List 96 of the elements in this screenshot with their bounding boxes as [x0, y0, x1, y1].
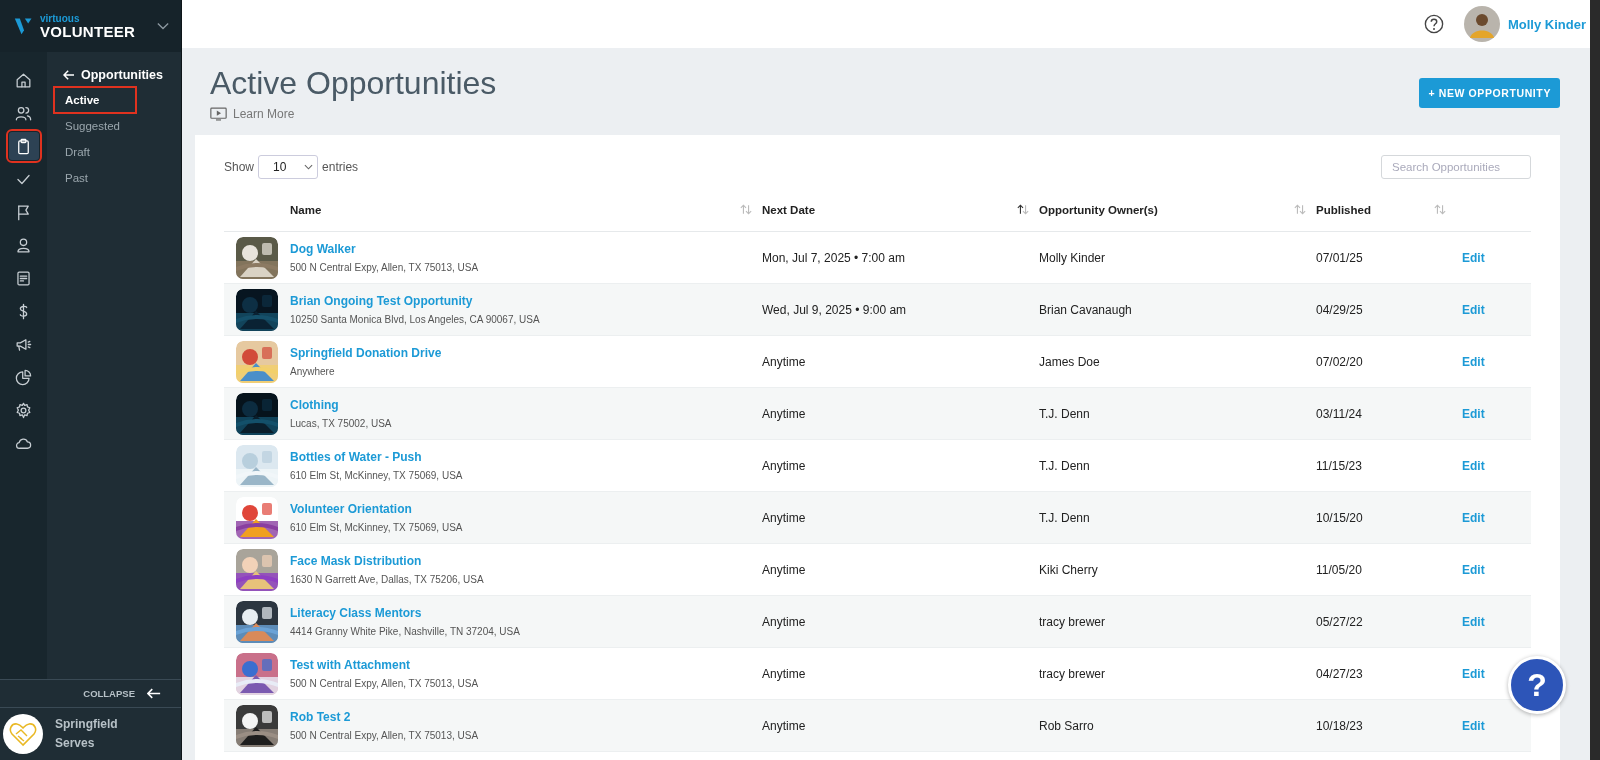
edit-link[interactable]: Edit — [1462, 406, 1485, 421]
edit-link[interactable]: Edit — [1462, 510, 1485, 525]
scrollbar[interactable] — [1590, 0, 1600, 760]
owner-cell: James Doe — [1039, 354, 1100, 369]
published-date-cell: 03/11/24 — [1316, 406, 1362, 421]
opportunity-link[interactable]: Springfield Donation Drive — [290, 346, 762, 361]
address-text: 4414 Granny White Pike, Nashville, TN 37204, USA — [290, 626, 521, 638]
user-avatar[interactable] — [1464, 6, 1500, 42]
collapse-button[interactable]: COLLAPSE — [83, 688, 161, 699]
column-header[interactable]: Opportunity Owner(s) — [1039, 203, 1158, 216]
subnav-item[interactable]: Suggested — [55, 114, 137, 138]
brand-subtitle: virtuous — [40, 13, 81, 24]
next-date-cell: Anytime — [762, 614, 806, 629]
next-date-cell: Anytime — [762, 666, 806, 681]
learn-more-link[interactable]: Learn More — [210, 107, 497, 122]
back-arrow-icon — [147, 688, 161, 699]
video-icon — [210, 107, 227, 122]
published-date-cell: 05/27/22 — [1316, 614, 1363, 629]
user-name-link[interactable]: Molly Kinder — [1508, 16, 1586, 32]
owner-cell: T.J. Denn — [1039, 406, 1090, 421]
next-date-cell: Anytime — [762, 562, 806, 577]
published-date-cell: 11/05/20 — [1316, 562, 1362, 577]
owner-cell: T.J. Denn — [1039, 458, 1090, 473]
chevron-down-icon — [304, 164, 314, 171]
brand-name: VOLUNTEER — [40, 23, 136, 39]
address-text: 500 N Central Expy, Allen, TX 75013, USA — [290, 730, 480, 742]
address-text: Lucas, TX 75002, USA — [290, 418, 393, 430]
chevron-down-icon[interactable] — [157, 22, 169, 30]
opportunity-link[interactable]: Brian Ongoing Test Opportunity — [290, 294, 762, 309]
opportunity-link[interactable]: Volunteer Orientation — [290, 502, 762, 517]
logo-icon — [14, 16, 34, 36]
owner-cell: Rob Sarro — [1039, 718, 1094, 733]
published-date-cell: 10/15/20 — [1316, 510, 1363, 525]
published-date-cell: 10/18/23 — [1316, 718, 1363, 733]
published-date-cell: 11/15/23 — [1316, 458, 1362, 473]
owner-cell: Brian Cavanaugh — [1039, 302, 1132, 317]
organization-name: Springfield Serves — [55, 716, 119, 752]
published-date-cell: 04/29/25 — [1316, 302, 1363, 317]
subnav-item[interactable]: Active — [55, 88, 135, 112]
subnav-item[interactable]: Past — [55, 166, 137, 190]
opportunity-link[interactable]: Clothing — [290, 398, 762, 413]
address-text: 500 N Central Expy, Allen, TX 75013, USA — [290, 262, 480, 274]
sort-icon[interactable] — [1017, 204, 1029, 216]
owner-cell: Molly Kinder — [1039, 250, 1106, 265]
edit-link[interactable]: Edit — [1462, 354, 1485, 369]
column-header[interactable]: Next Date — [762, 203, 816, 216]
opportunity-link[interactable]: Dog Walker — [290, 242, 762, 257]
page-title: Active Opportunities — [210, 66, 497, 102]
opportunity-link[interactable]: Literacy Class Mentors — [290, 606, 762, 621]
published-date-cell: 04/27/23 — [1316, 666, 1363, 681]
opportunity-link[interactable]: Bottles of Water - Push — [290, 450, 762, 465]
address-text: 500 N Central Expy, Allen, TX 75013, USA — [290, 678, 480, 690]
pie-icon — [14, 367, 33, 387]
nav-button[interactable] — [8, 132, 39, 160]
owner-cell: tracy brewer — [1039, 614, 1106, 629]
edit-link[interactable]: Edit — [1462, 718, 1485, 733]
next-date-cell: Anytime — [762, 458, 806, 473]
edit-link[interactable]: Edit — [1462, 562, 1485, 577]
owner-cell: Kiki Cherry — [1039, 562, 1098, 577]
owner-cell: tracy brewer — [1039, 666, 1106, 681]
org-logo-icon — [3, 714, 43, 754]
search-field[interactable]: Search Opportunities — [1381, 155, 1531, 180]
next-date-cell: Anytime — [762, 718, 806, 733]
opportunity-link[interactable]: Rob Test 2 — [290, 710, 762, 725]
published-date-cell: 07/01/25 — [1316, 250, 1363, 265]
opportunity-link[interactable]: Face Mask Distribution — [290, 554, 762, 569]
published-date-cell: 07/02/20 — [1316, 354, 1363, 369]
edit-link[interactable]: Edit — [1462, 250, 1485, 265]
edit-link[interactable]: Edit — [1462, 666, 1485, 681]
next-date-cell: Wed, Jul 9, 2025 • 9:00 am — [762, 302, 907, 317]
column-header[interactable]: Published — [1316, 203, 1371, 216]
next-date-cell: Mon, Jul 7, 2025 • 7:00 am — [762, 250, 905, 265]
next-date-cell: Anytime — [762, 354, 806, 369]
show-label: Show — [224, 160, 255, 175]
help-icon[interactable] — [1424, 14, 1444, 34]
page-size-select[interactable]: 10 — [258, 155, 319, 180]
subnav-item[interactable]: Draft — [55, 140, 137, 164]
next-date-cell: Anytime — [762, 406, 806, 421]
next-date-cell: Anytime — [762, 510, 806, 525]
home-icon — [14, 70, 33, 90]
column-header[interactable]: Name — [290, 203, 322, 216]
entries-label: entries — [322, 160, 359, 175]
opportunity-link[interactable]: Test with Attachment — [290, 658, 762, 673]
edit-link[interactable]: Edit — [1462, 458, 1485, 473]
gear-icon — [14, 400, 33, 420]
address-text: Anywhere — [290, 366, 336, 378]
address-text: 1630 N Garrett Ave, Dallas, TX 75206, USA — [290, 574, 485, 586]
address-text: 610 Elm St, McKinney, TX 75069, USA — [290, 522, 464, 534]
address-text: 10250 Santa Monica Blvd, Los Angeles, CA 90067, USA — [290, 314, 541, 326]
edit-link[interactable]: Edit — [1462, 302, 1485, 317]
edit-link[interactable]: Edit — [1462, 614, 1485, 629]
subnav-title: Opportunities — [81, 68, 163, 82]
owner-cell: T.J. Denn — [1039, 510, 1090, 525]
back-arrow-icon[interactable] — [63, 70, 75, 80]
address-text: 610 Elm St, McKinney, TX 75069, USA — [290, 470, 464, 482]
new-opportunity-button[interactable]: + NEW OPPORTUNITY — [1419, 78, 1560, 108]
